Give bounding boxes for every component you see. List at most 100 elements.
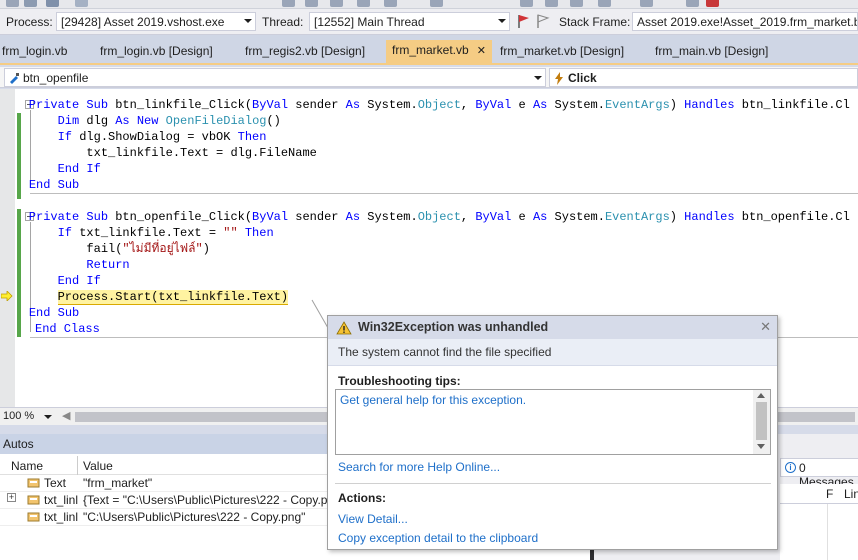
vertical-scrollbar[interactable] — [753, 390, 770, 454]
document-tab-bar: frm_login.vb frm_login.vb [Design] frm_r… — [0, 35, 858, 65]
code-line[interactable]: Private Sub btn_openfile_Click(ByVal sen… — [0, 209, 850, 225]
tab-frm-login[interactable]: frm_login.vb — [2, 41, 67, 63]
column-divider[interactable] — [77, 456, 78, 475]
code-line[interactable]: txt_linkfile.Text = dlg.FileName — [0, 145, 316, 161]
toolbar-icon[interactable] — [598, 0, 611, 7]
troubleshooting-heading: Troubleshooting tips: — [338, 374, 461, 388]
exception-message: The system cannot find the file specifie… — [338, 345, 552, 359]
exception-message-bar: The system cannot find the file specifie… — [328, 339, 777, 366]
scroll-left-icon[interactable]: ◀ — [62, 409, 70, 422]
thread-dropdown[interactable]: [12552] Main Thread — [309, 12, 510, 31]
line-column-header[interactable]: Lin — [844, 487, 858, 501]
toolbar-icon[interactable] — [545, 0, 558, 7]
code-line[interactable]: End If — [0, 273, 101, 289]
code-line[interactable]: If dlg.ShowDialog = vbOK Then — [0, 129, 267, 145]
event-dropdown[interactable]: Click — [549, 68, 858, 87]
scroll-up-icon[interactable] — [757, 393, 765, 398]
stack-frame-label: Stack Frame: — [559, 15, 631, 29]
autos-value: "C:\Users\Public\Pictures\222 - Copy.png… — [83, 510, 306, 524]
toolbar-icon[interactable] — [282, 0, 295, 7]
toolbar-icon[interactable] — [640, 0, 653, 7]
tab-frm-login-design[interactable]: frm_login.vb [Design] — [100, 41, 213, 63]
toolbar-icon[interactable] — [75, 0, 88, 7]
tab-label: frm_login.vb — [2, 44, 68, 58]
change-indicator — [17, 193, 21, 199]
code-line[interactable]: End If — [0, 161, 101, 177]
chevron-down-icon — [44, 415, 52, 419]
process-value: [29428] Asset 2019.vshost.exe — [61, 15, 225, 29]
autos-name: Text — [44, 476, 67, 490]
exception-assistant: Win32Exception was unhandled ✕ The syste… — [327, 315, 778, 550]
search-help-online-link[interactable]: Search for more Help Online... — [338, 460, 500, 474]
stack-frame-value: Asset 2019.exe!Asset_2019.frm_market.btn — [637, 15, 858, 29]
object-dropdown[interactable]: btn_openfile — [4, 68, 546, 87]
divider — [335, 483, 771, 484]
toolbar-icon[interactable] — [430, 0, 443, 7]
chevron-down-icon — [244, 19, 252, 23]
close-icon[interactable]: ✕ — [477, 45, 486, 57]
toolbar-icon[interactable] — [357, 0, 370, 7]
toolbar-icon[interactable] — [6, 0, 19, 7]
toolbar-icon[interactable] — [305, 0, 318, 7]
tab-label: frm_market.vb — [392, 43, 469, 57]
navigation-bar: btn_openfile Click — [0, 67, 858, 88]
toolbar-icon[interactable] — [46, 0, 59, 7]
tab-frm-market-design[interactable]: frm_market.vb [Design] — [500, 41, 624, 63]
control-icon — [10, 73, 19, 84]
tab-label: frm_regis2.vb [Design] — [245, 44, 366, 58]
scrollbar-thumb[interactable] — [756, 402, 767, 440]
error-list-body[interactable] — [780, 504, 858, 560]
autos-name: txt_linl — [44, 493, 78, 507]
info-icon: i — [785, 462, 796, 473]
current-statement: Process.Start(txt_linkfile.Text) — [57, 290, 289, 305]
exception-header: Win32Exception was unhandled ✕ — [328, 316, 777, 339]
tab-label: frm_main.vb [Design] — [655, 44, 769, 58]
code-line[interactable]: End Class — [35, 321, 100, 337]
tab-frm-main-design[interactable]: frm_main.vb [Design] — [655, 41, 768, 63]
toolbar-icon[interactable] — [330, 0, 343, 7]
code-line[interactable]: End Sub — [0, 177, 79, 193]
autos-value: {Text = "C:\Users\Public\Pictures\222 - … — [83, 493, 328, 507]
toolbar-icon[interactable] — [24, 0, 37, 7]
process-dropdown[interactable]: [29428] Asset 2019.vshost.exe — [56, 12, 256, 31]
code-line[interactable]: fail("ไม่มีที่อยู่ไฟล์") — [0, 241, 210, 257]
toolbar-icon[interactable] — [384, 0, 397, 7]
event-value: Click — [568, 71, 597, 85]
error-list-header: F Lin — [780, 484, 858, 504]
value-column-header[interactable]: Value — [83, 459, 113, 473]
code-line[interactable]: If txt_linkfile.Text = "" Then — [0, 225, 274, 241]
filter-icon[interactable] — [535, 13, 551, 29]
autos-value: "frm_market" — [83, 476, 153, 490]
tab-frm-market[interactable]: frm_market.vb ✕ — [386, 40, 492, 65]
tab-label: frm_login.vb [Design] — [100, 44, 213, 58]
code-line[interactable]: Private Sub btn_linkfile_Click(ByVal sen… — [0, 97, 850, 113]
copy-exception-detail-link[interactable]: Copy exception detail to the clipboard — [338, 531, 538, 545]
property-icon — [27, 478, 40, 488]
stack-frame-dropdown[interactable]: Asset 2019.exe!Asset_2019.frm_market.btn — [632, 12, 858, 31]
name-column-header[interactable]: Name — [11, 459, 43, 473]
stop-icon[interactable] — [706, 0, 719, 7]
thread-value: [12552] Main Thread — [314, 15, 425, 29]
code-line-current[interactable]: Process.Start(txt_linkfile.Text) — [0, 289, 289, 305]
code-line[interactable]: Return — [0, 257, 129, 273]
scroll-down-icon[interactable] — [757, 444, 765, 449]
general-help-link[interactable]: Get general help for this exception. — [340, 393, 526, 407]
toolbar-strip — [0, 0, 858, 9]
view-detail-link[interactable]: View Detail... — [338, 512, 408, 526]
messages-filter-button[interactable]: i 0 Messages — [780, 458, 858, 489]
autos-name: txt_linl — [44, 510, 78, 524]
flag-icon[interactable] — [516, 13, 532, 29]
method-separator — [30, 193, 858, 194]
file-column-header[interactable]: F — [826, 487, 833, 501]
close-icon[interactable]: ✕ — [760, 319, 771, 335]
warning-icon — [336, 321, 352, 335]
toolbar-icon[interactable] — [570, 0, 583, 7]
expand-icon[interactable]: + — [7, 493, 16, 502]
toolbar-icon[interactable] — [520, 0, 533, 7]
code-line[interactable]: End Sub — [0, 305, 79, 321]
toolbar-icon[interactable] — [686, 0, 699, 7]
troubleshooting-list[interactable]: Get general help for this exception. — [335, 389, 771, 455]
code-line[interactable]: Dim dlg As New OpenFileDialog() — [0, 113, 281, 129]
debug-location-bar: Process: [29428] Asset 2019.vshost.exe T… — [0, 9, 858, 35]
tab-frm-regis2-design[interactable]: frm_regis2.vb [Design] — [245, 41, 365, 63]
